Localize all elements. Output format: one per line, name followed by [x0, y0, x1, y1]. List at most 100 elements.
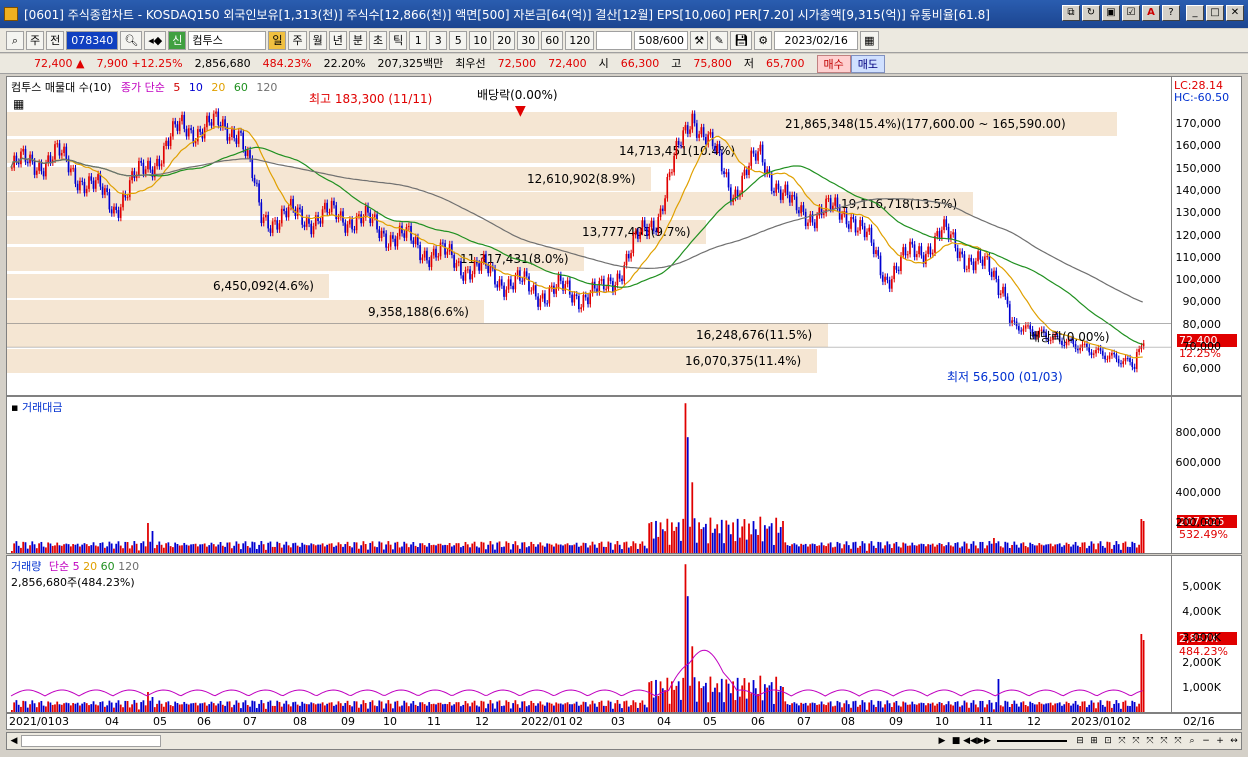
date-input[interactable]: 2023/02/16	[774, 31, 859, 50]
amount-bar	[97, 546, 99, 553]
candle-body	[1101, 350, 1104, 356]
period-yearly[interactable]: 년	[328, 31, 347, 50]
amount-bar	[959, 547, 961, 553]
layout-icon-2[interactable]: ⊞	[1087, 734, 1101, 748]
volume-bar	[963, 700, 966, 712]
settings-icon[interactable]: ⚙	[754, 31, 773, 50]
amount-bar	[911, 542, 914, 553]
period-daily[interactable]: 일	[268, 31, 287, 50]
amount-bar	[680, 540, 682, 553]
cross-icon-2[interactable]: ⤧	[1129, 734, 1143, 748]
alert-icon[interactable]: A	[1142, 5, 1160, 21]
interval-1[interactable]: 1	[409, 31, 428, 50]
help-icon[interactable]: ?	[1162, 5, 1180, 21]
stock-code-input[interactable]: 078340	[66, 31, 119, 50]
sell-button[interactable]: 매도	[850, 54, 886, 73]
candle-body	[348, 219, 351, 225]
zoom-out-icon[interactable]: −	[1199, 734, 1213, 748]
calendar-icon[interactable]: ▦	[860, 31, 879, 50]
volume-bar	[800, 702, 803, 712]
period-tick[interactable]: 틱	[389, 31, 408, 50]
volume-bar	[348, 705, 351, 712]
amount-bar	[494, 549, 496, 553]
interval-10[interactable]: 10	[469, 31, 492, 50]
amount-bar	[328, 543, 331, 553]
close-button[interactable]: ✕	[1226, 5, 1244, 21]
period-monthly[interactable]: 월	[308, 31, 327, 50]
amount-bar	[929, 544, 932, 553]
stop-icon[interactable]: ■	[949, 734, 963, 748]
cross-icon-5[interactable]: ⤧	[1171, 734, 1185, 748]
scroll-thumb[interactable]	[21, 735, 161, 747]
market-select[interactable]: 주	[26, 31, 45, 50]
draw-icon[interactable]: ✎	[710, 31, 729, 50]
volume-bar	[169, 705, 172, 712]
step-back-icon[interactable]: ◀◀	[963, 734, 977, 748]
price-y-axis[interactable]: LC:28.14 HC:-60.50 72,400 12.25% 170,000…	[1171, 77, 1241, 395]
cross-icon-4[interactable]: ⤧	[1157, 734, 1171, 748]
cross-icon-1[interactable]: ⤧	[1115, 734, 1129, 748]
period-second[interactable]: 초	[368, 31, 388, 50]
stock-name-field[interactable]: 컴투스	[188, 31, 267, 50]
buy-button[interactable]: 매수	[816, 54, 851, 73]
link-icon[interactable]: ⧉	[1062, 5, 1080, 21]
amount-bar	[784, 542, 787, 553]
grid-toggle-icon[interactable]: ▦	[13, 97, 24, 111]
amount-bar	[348, 546, 351, 553]
price-chart-panel[interactable]: 21,865,348(15.4%)(177,600.00 ~ 165,590.0…	[6, 76, 1242, 396]
candle-body	[448, 244, 451, 252]
play-icon[interactable]: ▶	[935, 734, 949, 748]
zoom-icon[interactable]: ⌕	[1185, 734, 1199, 748]
cross-icon-3[interactable]: ⤧	[1143, 734, 1157, 748]
interval-3[interactable]: 3	[429, 31, 448, 50]
period-minute[interactable]: 분	[348, 31, 367, 50]
amount-bar	[439, 543, 442, 553]
scroll-track[interactable]	[21, 735, 935, 747]
refresh-icon[interactable]: ↻	[1082, 5, 1100, 21]
window-icon[interactable]: ▣	[1102, 5, 1120, 21]
amount-bar	[1138, 544, 1140, 553]
save-icon[interactable]: 💾︎	[730, 31, 753, 50]
interval-60[interactable]: 60	[541, 31, 564, 50]
amount-y-axis[interactable]: 207,325 532.49% 800,000 600,000 400,000 200…	[1171, 397, 1241, 553]
layout-icon-1[interactable]: ⊟	[1073, 734, 1087, 748]
period-weekly[interactable]: 주	[288, 31, 307, 50]
zoom-slider[interactable]	[997, 740, 1067, 742]
chart-scrollbar[interactable]: ◀ ▶ ■ ◀◀ ▶▶ ⊟ ⊞ ⊡ ⤧ ⤧ ⤧ ⤧ ⤧ ⌕ − + ↔	[6, 732, 1242, 750]
fit-icon[interactable]: ↔	[1227, 734, 1241, 748]
minimize-button[interactable]: _	[1186, 5, 1204, 21]
interval-5[interactable]: 5	[449, 31, 468, 50]
amount-bar	[172, 547, 174, 553]
volume-bar	[1129, 706, 1131, 712]
volume-bar	[351, 706, 353, 712]
amount-bar	[126, 542, 129, 553]
sound-icon[interactable]: ◂◆	[144, 31, 167, 50]
candle-body	[296, 207, 299, 217]
maximize-button[interactable]: □	[1206, 5, 1224, 21]
data-count-field[interactable]: 508/600	[634, 31, 689, 50]
volume-bar	[244, 700, 247, 712]
tools-icon[interactable]: ⚒	[690, 31, 709, 50]
layout-icon-3[interactable]: ⊡	[1101, 734, 1115, 748]
amount-bar	[47, 542, 50, 553]
amount-bar	[666, 518, 669, 553]
lookup-icon[interactable]: ⌕	[6, 31, 24, 50]
all-button[interactable]: 전	[46, 31, 65, 50]
interval-30[interactable]: 30	[517, 31, 540, 50]
volume-y-axis[interactable]: 2,857K 484.23% 5,000K 4,000K 3,000K 2,000K 1…	[1171, 556, 1241, 712]
candle-body	[952, 232, 954, 235]
step-forward-icon[interactable]: ▶▶	[977, 734, 991, 748]
interval-20[interactable]: 20	[493, 31, 516, 50]
amount-chart-panel[interactable]: ▪ 거래대금 207,325 532.49% 800,000 600,000 400…	[6, 396, 1242, 554]
scroll-left-icon[interactable]: ◀	[7, 734, 21, 748]
volume-chart-panel[interactable]: 거래량 단순 5 20 60 120 2,856,680주(484.23%) 2…	[6, 555, 1242, 713]
search-icon[interactable]: 🔍︎	[120, 31, 143, 50]
interval-120[interactable]: 120	[565, 31, 595, 50]
zoom-in-icon[interactable]: +	[1213, 734, 1227, 748]
date-label: 06	[751, 715, 765, 728]
amount-bar	[469, 547, 471, 553]
pin-icon[interactable]: ☑	[1122, 5, 1140, 21]
candle-body	[1011, 320, 1013, 323]
interval-custom-input[interactable]	[596, 31, 633, 50]
volume-bar	[56, 701, 59, 712]
